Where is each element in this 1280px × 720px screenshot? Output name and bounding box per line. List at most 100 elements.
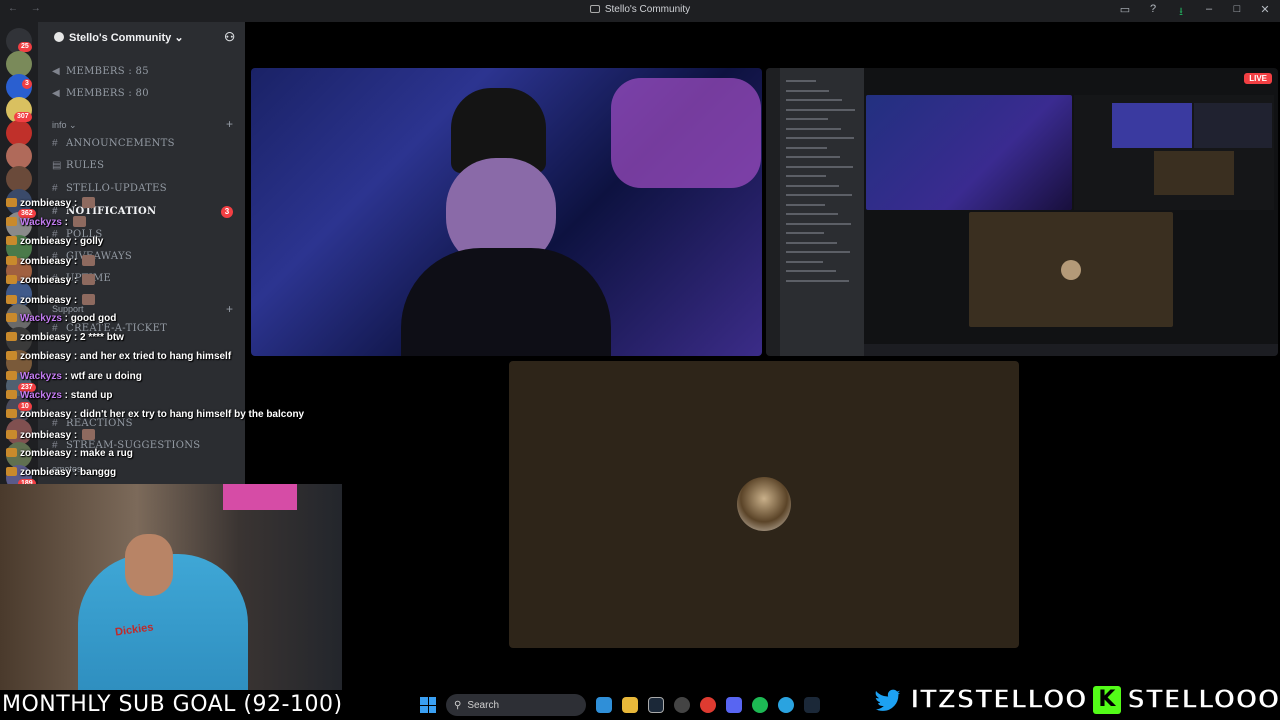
sub-badge-icon xyxy=(6,467,17,477)
rules-icon: ▤ xyxy=(52,160,62,171)
pillow-shape xyxy=(611,78,761,188)
sub-badge-icon xyxy=(6,198,17,207)
taskbar-search[interactable]: ⚲ Search xyxy=(446,694,586,716)
chat-separator: : xyxy=(71,255,81,267)
social-handles: ITZSTELLOO K STELLOOO xyxy=(872,680,1280,720)
video-tile-screen-share[interactable]: LIVE xyxy=(766,68,1278,356)
help-icon[interactable]: ? xyxy=(1146,3,1160,22)
emote-icon xyxy=(82,428,96,440)
tv-screen xyxy=(223,484,297,510)
chat-separator: : xyxy=(71,351,81,363)
chat-message: zombieasy : and her ex tried to hang him… xyxy=(6,351,231,362)
sub-badge-icon xyxy=(6,275,17,285)
server-badge: 307 xyxy=(14,112,32,122)
sub-goal-text: MONTHLY SUB GOAL (92-100) xyxy=(2,692,343,717)
chat-message: zombieasy : make a rug xyxy=(6,447,133,459)
hash-icon: # xyxy=(52,138,58,149)
sub-badge-icon xyxy=(6,447,17,457)
kick-icon: K xyxy=(1092,686,1121,714)
sub-badge-icon xyxy=(6,294,17,304)
nested-server-rail xyxy=(766,68,780,356)
video-tile-avatar[interactable] xyxy=(509,361,1019,648)
chat-username: zombieasy xyxy=(20,294,72,306)
discord-icon[interactable] xyxy=(726,697,742,713)
chat-separator: : xyxy=(61,217,71,229)
edge-icon[interactable] xyxy=(596,697,612,713)
chat-message: zombieasy : 2 **** btw xyxy=(6,332,124,343)
inbox-icon[interactable]: ▭ xyxy=(1118,3,1132,22)
chat-username: zombieasy xyxy=(20,198,72,209)
voice-stat-members-1[interactable]: ◀ MEMBERS : 85 xyxy=(52,66,149,77)
chrome-icon[interactable] xyxy=(700,697,716,713)
server-badge-icon xyxy=(54,32,64,42)
chat-separator: : xyxy=(61,390,71,401)
chat-username: zombieasy xyxy=(20,429,72,441)
nested-channel-line xyxy=(786,118,828,120)
sub-badge-icon xyxy=(6,390,17,399)
minimize-button[interactable]: – xyxy=(1202,3,1216,22)
steam-icon[interactable] xyxy=(648,697,664,713)
nested-channel-line xyxy=(786,241,837,244)
chat-username: zombieasy xyxy=(20,447,72,459)
server-header[interactable]: Stello's Community ⌄ ⚇ xyxy=(38,22,245,54)
chat-text: 2 **** btw xyxy=(80,332,124,344)
nested-channel-line xyxy=(786,251,850,253)
nested-taskbar xyxy=(864,344,1278,356)
chat-separator: : xyxy=(71,294,81,306)
emote-icon xyxy=(82,254,96,266)
windows-start-icon[interactable] xyxy=(420,697,436,713)
sub-badge-icon xyxy=(6,217,17,227)
voice-stat-label: MEMBERS : 80 xyxy=(66,88,149,99)
voice-stat-members-2[interactable]: ◀ MEMBERS : 80 xyxy=(52,88,149,99)
chat-message: Wackyzs : xyxy=(6,216,86,228)
chat-text: good god xyxy=(70,312,117,324)
add-channel-icon[interactable]: + xyxy=(226,117,233,131)
chat-separator: : xyxy=(61,370,71,382)
voice-stat-label: MEMBERS : 85 xyxy=(66,66,149,77)
close-button[interactable]: ✕ xyxy=(1258,3,1272,22)
chat-separator: : xyxy=(61,312,71,324)
nested-channel-line xyxy=(786,213,838,215)
chat-message: zombieasy : xyxy=(6,428,96,441)
invite-people-icon[interactable]: ⚇ xyxy=(224,30,235,44)
video-tile-camera[interactable] xyxy=(251,68,762,356)
chat-text: golly xyxy=(80,235,104,247)
sub-badge-icon xyxy=(6,312,17,322)
nested-channel-line xyxy=(786,137,854,139)
chat-username: Wackyzs xyxy=(20,312,62,324)
nested-channel-line xyxy=(786,222,851,225)
nested-channel-line xyxy=(786,184,839,187)
chat-message: zombieasy : xyxy=(6,274,96,286)
nested-channel-line xyxy=(786,165,853,168)
app-icon xyxy=(589,5,600,13)
channel-announcements[interactable]: # ANNOUNCEMENTS xyxy=(52,138,175,149)
app-icon-generic[interactable] xyxy=(674,697,690,713)
chat-username: zombieasy xyxy=(20,235,72,247)
speaker-icon: ◀ xyxy=(52,88,60,99)
nested-channel-line xyxy=(786,203,825,206)
nested-screen-share xyxy=(1074,95,1274,210)
body-shape xyxy=(401,248,611,356)
telegram-icon[interactable] xyxy=(778,697,794,713)
channel-rules[interactable]: ▤ RULES xyxy=(52,160,104,171)
nested-avatar xyxy=(1061,260,1081,280)
file-explorer-icon[interactable] xyxy=(622,697,638,713)
channel-label: RULES xyxy=(66,160,105,171)
twitter-handle: ITZSTELLOO xyxy=(909,684,1087,716)
add-channel-icon[interactable]: + xyxy=(226,302,233,316)
chat-separator: : xyxy=(71,235,81,247)
nested-empty-tile xyxy=(969,212,1173,327)
maximize-button[interactable]: □ xyxy=(1230,3,1244,22)
nested-camera-thumb xyxy=(1112,103,1192,148)
spotify-icon[interactable] xyxy=(752,697,768,713)
user-avatar xyxy=(737,477,791,531)
windows-taskbar: ⚲ Search xyxy=(420,690,860,720)
chat-username: zombieasy xyxy=(20,409,72,421)
server-name: Stello's Community xyxy=(69,32,172,44)
chevron-down-icon: ⌄ xyxy=(174,32,184,44)
download-icon[interactable]: ⭳ xyxy=(1174,3,1188,22)
channel-stello-updates[interactable]: # STELLO-UPDATES xyxy=(52,183,167,194)
steam-icon-2[interactable] xyxy=(804,697,820,713)
nested-channel-line xyxy=(786,127,841,130)
category-info[interactable]: info ⌄ xyxy=(52,120,77,131)
